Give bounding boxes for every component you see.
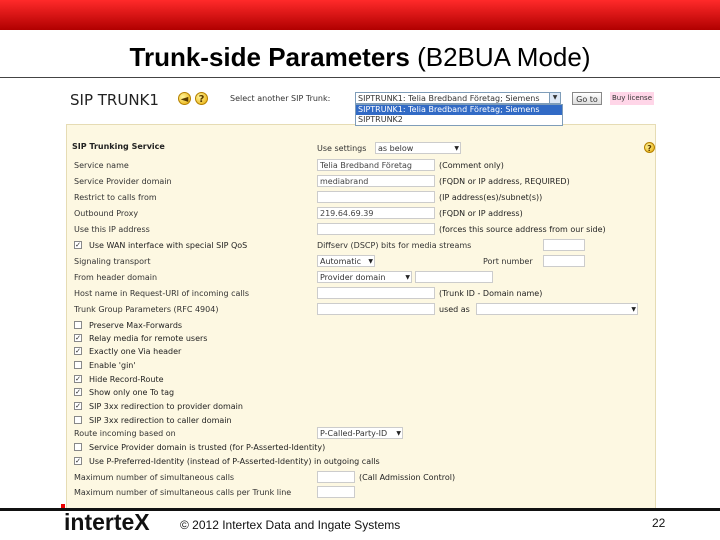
- from-header-input[interactable]: [415, 271, 493, 283]
- chevron-down-icon: ▼: [405, 274, 410, 281]
- restrict-calls-label: Restrict to calls from: [74, 193, 157, 202]
- route-incoming-value: P-Called-Party-ID: [320, 429, 388, 438]
- select-another-label: Select another SIP Trunk:: [230, 94, 331, 103]
- outbound-proxy-hint: (FQDN or IP address): [439, 209, 523, 218]
- trunk-option[interactable]: SIPTRUNK1: Telia Bredband Företag; Sieme…: [356, 105, 562, 115]
- relay-media-checkbox[interactable]: ✓: [74, 334, 82, 342]
- service-name-input[interactable]: Telia Bredband Företag: [317, 159, 435, 171]
- one-to-tag-label: Show only one To tag: [89, 388, 175, 397]
- wan-qos-label: Use WAN interface with special SIP QoS: [89, 241, 248, 250]
- preserve-max-forwards-checkbox[interactable]: [74, 321, 82, 329]
- restrict-calls-input[interactable]: [317, 191, 435, 203]
- used-as-select[interactable]: ▼: [476, 303, 638, 315]
- help-icon[interactable]: ?: [195, 92, 208, 105]
- redirect-caller-label: SIP 3xx redirection to caller domain: [89, 416, 232, 425]
- use-settings-value: as below: [378, 144, 414, 153]
- chevron-down-icon: ▼: [396, 430, 401, 437]
- restrict-calls-hint: (IP address(es)/subnet(s)): [439, 193, 543, 202]
- page-number: 22: [652, 516, 666, 530]
- screenshot-area: SIP TRUNK1 ◄ ? Select another SIP Trunk:…: [62, 84, 658, 512]
- max-calls-input[interactable]: [317, 471, 355, 483]
- preserve-max-forwards-label: Preserve Max-Forwards: [89, 321, 183, 330]
- wan-qos-checkbox[interactable]: ✓: [74, 241, 82, 249]
- service-name-hint: (Comment only): [439, 161, 504, 170]
- hide-record-route-label: Hide Record-Route: [89, 375, 164, 384]
- provider-trusted-label: Service Provider domain is trusted (for …: [89, 443, 326, 452]
- service-name-label: Service name: [74, 161, 129, 170]
- buy-license-button[interactable]: Buy license: [610, 92, 654, 105]
- enable-gin-label: Enable 'gin': [89, 361, 136, 370]
- from-header-select[interactable]: Provider domain ▼: [317, 271, 412, 283]
- use-ip-hint: (forces this source address from our sid…: [439, 225, 606, 234]
- copyright-text: © 2012 Intertex Data and Ingate Systems: [180, 518, 401, 532]
- outbound-proxy-label: Outbound Proxy: [74, 209, 139, 218]
- use-ip-input[interactable]: [317, 223, 435, 235]
- from-header-label: From header domain: [74, 273, 158, 282]
- route-incoming-label: Route incoming based on: [74, 429, 176, 438]
- host-name-hint: (Trunk ID - Domain name): [439, 289, 543, 298]
- provider-trusted-checkbox[interactable]: [74, 443, 82, 451]
- one-via-checkbox[interactable]: ✓: [74, 347, 82, 355]
- use-settings-select[interactable]: as below ▼: [375, 142, 461, 154]
- redirect-provider-label: SIP 3xx redirection to provider domain: [89, 402, 243, 411]
- provider-domain-hint: (FQDN or IP address, REQUIRED): [439, 177, 570, 186]
- hide-record-route-checkbox[interactable]: ✓: [74, 375, 82, 383]
- p-preferred-label: Use P-Preferred-Identity (instead of P-A…: [89, 457, 380, 466]
- max-calls-per-line-input[interactable]: [317, 486, 355, 498]
- provider-domain-input[interactable]: mediabrand: [317, 175, 435, 187]
- max-calls-label: Maximum number of simultaneous calls: [74, 473, 235, 482]
- trunk-group-input[interactable]: [317, 303, 435, 315]
- redirect-provider-checkbox[interactable]: ✓: [74, 402, 82, 410]
- diffserv-input[interactable]: [543, 239, 585, 251]
- chevron-down-icon: ▼: [631, 306, 636, 313]
- redirect-caller-checkbox[interactable]: [74, 416, 82, 424]
- provider-domain-label: Service Provider domain: [74, 177, 172, 186]
- use-settings-label: Use settings: [317, 144, 367, 153]
- back-arrow-icon[interactable]: ◄: [178, 92, 191, 105]
- service-heading: SIP Trunking Service: [72, 142, 165, 151]
- diffserv-label: Diffserv (DSCP) bits for media streams: [317, 241, 472, 250]
- help-icon[interactable]: ?: [644, 142, 655, 153]
- transport-value: Automatic: [320, 257, 362, 266]
- outbound-proxy-input[interactable]: 219.64.69.39: [317, 207, 435, 219]
- trunk-group-label: Trunk Group Parameters (RFC 4904): [74, 305, 219, 314]
- trunk-dropdown-list: SIPTRUNK1: Telia Bredband Företag; Sieme…: [355, 104, 563, 126]
- max-calls-per-line-label: Maximum number of simultaneous calls per…: [74, 488, 292, 497]
- max-calls-hint: (Call Admission Control): [359, 473, 456, 482]
- relay-media-label: Relay media for remote users: [89, 334, 208, 343]
- use-ip-label: Use this IP address: [74, 225, 150, 234]
- slide-title-bold: Trunk-side Parameters: [129, 42, 410, 72]
- host-name-label: Host name in Request-URI of incoming cal…: [74, 289, 249, 298]
- from-header-value: Provider domain: [320, 273, 386, 282]
- trunk-select-value: SIPTRUNK1: Telia Bredband Företag; Sieme…: [358, 94, 540, 103]
- title-divider: [0, 77, 720, 78]
- slide-top-bar: [0, 0, 720, 30]
- chevron-down-icon: ▼: [454, 145, 459, 152]
- logo-text: interte: [64, 509, 135, 535]
- goto-button[interactable]: Go to: [572, 92, 602, 105]
- chevron-down-icon[interactable]: ▼: [549, 93, 560, 103]
- used-as-label: used as: [439, 305, 470, 314]
- intertex-logo: interteX: [64, 509, 150, 536]
- transport-label: Signaling transport: [74, 257, 151, 266]
- trunk-title: SIP TRUNK1: [70, 91, 159, 109]
- logo-x: X: [134, 509, 150, 535]
- route-incoming-select[interactable]: P-Called-Party-ID ▼: [317, 427, 403, 439]
- trunk-option[interactable]: SIPTRUNK2: [356, 115, 562, 125]
- transport-select[interactable]: Automatic ▼: [317, 255, 375, 267]
- p-preferred-checkbox[interactable]: ✓: [74, 457, 82, 465]
- slide-title-rest: (B2BUA Mode): [409, 42, 591, 72]
- port-number-input[interactable]: [543, 255, 585, 267]
- one-via-label: Exactly one Via header: [89, 347, 182, 356]
- port-number-label: Port number: [483, 257, 533, 266]
- slide-title: Trunk-side Parameters (B2BUA Mode): [0, 42, 720, 73]
- chevron-down-icon: ▼: [368, 258, 373, 265]
- logo-dot: [61, 504, 65, 508]
- enable-gin-checkbox[interactable]: [74, 361, 82, 369]
- trunk-select[interactable]: SIPTRUNK1: Telia Bredband Företag; Sieme…: [355, 92, 561, 104]
- one-to-tag-checkbox[interactable]: ✓: [74, 388, 82, 396]
- host-name-input[interactable]: [317, 287, 435, 299]
